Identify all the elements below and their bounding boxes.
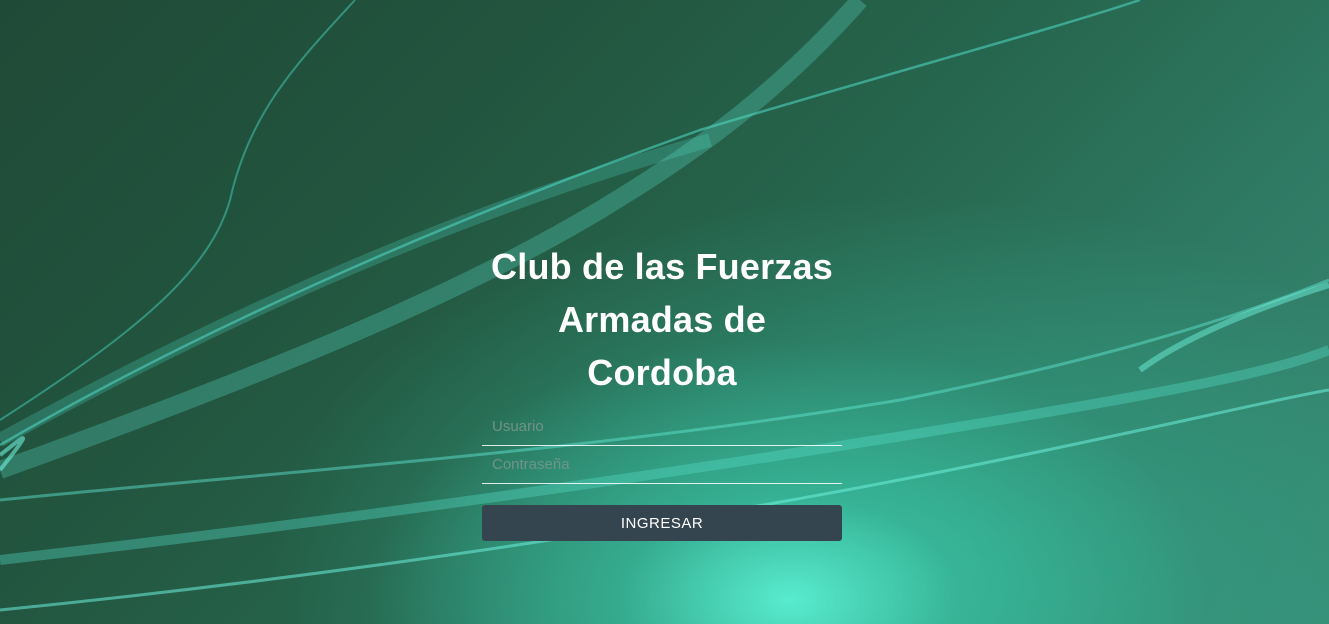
password-input[interactable] [482,446,842,484]
login-panel: Club de las Fuerzas Armadas de Cordoba I… [482,240,842,541]
page-title: Club de las Fuerzas Armadas de Cordoba [491,246,833,393]
login-button[interactable]: INGRESAR [482,505,842,541]
username-input[interactable] [482,408,842,446]
